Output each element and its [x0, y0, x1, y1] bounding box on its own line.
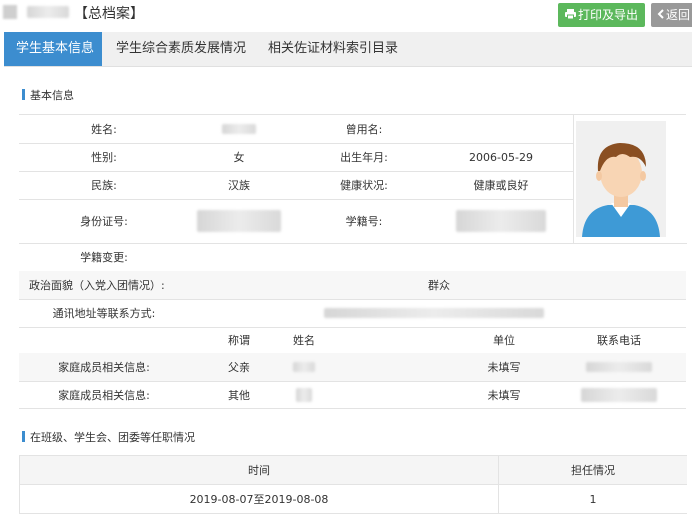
address-label: 通讯地址等联系方式: [52, 307, 156, 320]
back-button[interactable]: 返回 [651, 3, 692, 27]
family-relation: 其他 [228, 388, 250, 402]
tab-bar: 学生基本信息 学生综合素质发展情况 相关佐证材料索引目录 [4, 32, 692, 67]
position-role: 1 [589, 492, 597, 506]
family-header-unit: 单位 [493, 334, 515, 347]
health-label: 健康状况: [340, 179, 388, 192]
political-value: 群众 [428, 279, 450, 292]
family-phone [579, 381, 659, 408]
page-title: 【总档案】 [74, 6, 144, 22]
name-value [189, 115, 289, 143]
gender-label: 性别: [91, 151, 117, 164]
former-name-label: 曾用名: [345, 123, 383, 136]
family-header-relation: 称谓 [228, 334, 250, 347]
family-phone [579, 353, 659, 381]
address-value [324, 299, 544, 327]
tab-student-basic-info[interactable]: 学生基本信息 [4, 32, 102, 66]
family-member-label: 家庭成员相关信息: [58, 388, 150, 402]
position-time: 2019-08-07至2019-08-08 [189, 493, 329, 506]
table-row: 称谓 姓名 单位 联系电话 [19, 327, 686, 354]
family-header-phone: 联系电话 [597, 334, 641, 347]
health-value: 健康或良好 [473, 179, 529, 192]
table-row: 2019-08-07至2019-08-08 1 [20, 485, 687, 514]
id-number-label: 身份证号: [80, 215, 128, 228]
table-row: 身份证号: 学籍号: [19, 199, 573, 244]
table-row: 学籍变更: [19, 243, 686, 272]
print-export-button[interactable]: 打印及导出 [558, 3, 645, 27]
tab-comprehensive-quality[interactable]: 学生综合素质发展情况 [104, 32, 258, 66]
header-time: 时间 [248, 464, 270, 477]
gender-value: 女 [233, 151, 245, 164]
table-row: 通讯地址等联系方式: [19, 299, 686, 328]
tab-evidence-index[interactable]: 相关佐证材料索引目录 [256, 32, 410, 66]
positions-heading: 在班级、学生会、团委等任职情况 [22, 429, 195, 445]
redacted-logo-icon [3, 5, 17, 19]
table-row: 政治面貌（入党入团情况）: 群众 [19, 271, 686, 300]
family-header-name: 姓名 [293, 334, 315, 347]
chevron-left-icon [657, 3, 664, 27]
family-member-label: 家庭成员相关信息: [58, 361, 150, 374]
family-name [274, 381, 334, 408]
back-label: 返回 [666, 8, 691, 22]
basic-info-table: 姓名: 曾用名: 性别: 女 出生年月: 2006-05-29 民族: 汉族 健… [19, 114, 687, 409]
student-number-value [429, 199, 573, 243]
family-unit: 未填写 [487, 388, 521, 402]
column-divider [498, 456, 499, 514]
table-row: 家庭成员相关信息: 其他 未填写 [19, 381, 686, 409]
table-row: 姓名: 曾用名: [19, 115, 573, 144]
family-relation: 父亲 [228, 361, 250, 374]
header-role: 担任情况 [571, 464, 615, 477]
ethnicity-label: 民族: [91, 179, 117, 192]
birth-value: 2006-05-29 [469, 150, 533, 164]
table-row: 家庭成员相关信息: 父亲 未填写 [19, 353, 686, 382]
student-avatar-placeholder [576, 121, 666, 237]
redacted-student-name [27, 6, 69, 18]
section-marker [22, 431, 25, 442]
section-marker [22, 89, 25, 100]
basic-info-heading: 基本信息 [22, 87, 74, 103]
student-number-label: 学籍号: [345, 215, 383, 228]
table-row: 性别: 女 出生年月: 2006-05-29 [19, 143, 573, 172]
family-unit: 未填写 [487, 361, 521, 374]
name-label: 姓名: [91, 123, 117, 136]
print-icon [564, 3, 576, 27]
ethnicity-value: 汉族 [228, 179, 250, 192]
positions-table: 时间 担任情况 2019-08-07至2019-08-08 1 [19, 455, 687, 514]
status-change-label: 学籍变更: [80, 251, 128, 264]
photo-cell [573, 115, 687, 244]
positions-header-row: 时间 担任情况 [20, 456, 687, 485]
table-row: 民族: 汉族 健康状况: 健康或良好 [19, 171, 573, 200]
family-name [274, 353, 334, 381]
birth-label: 出生年月: [340, 151, 388, 164]
print-export-label: 打印及导出 [577, 8, 638, 22]
political-label: 政治面貌（入党入团情况）: [29, 279, 165, 292]
page-header: 【总档案】 打印及导出 返回 [0, 0, 692, 30]
id-number-value [189, 199, 289, 243]
